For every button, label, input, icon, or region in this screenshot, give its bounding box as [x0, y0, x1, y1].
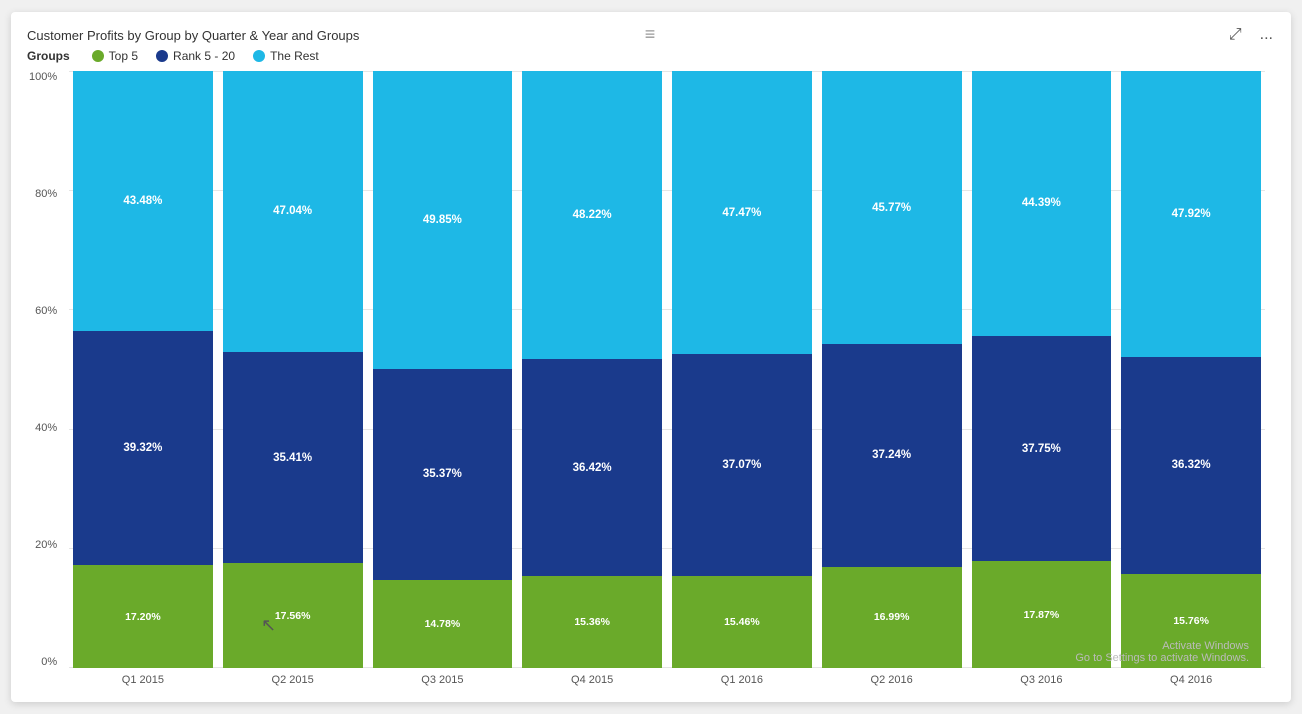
bar-group-0[interactable]: 17.20% 39.32% 43.48%	[73, 71, 213, 668]
bar-group-1[interactable]: 17.56% 35.41% 47.04%	[223, 71, 363, 668]
y-label-40: 40%	[35, 422, 57, 434]
bar-segment-1-0[interactable]: 17.56%	[223, 563, 363, 668]
bar-label-7-1: 36.32%	[1121, 459, 1261, 471]
bar-segment-3-0[interactable]: 15.36%	[522, 576, 662, 668]
chart-card: ≡ ⤢ ... Customer Profits by Group by Qua…	[11, 12, 1291, 702]
x-label-0: Q1 2015	[73, 668, 213, 692]
legend-item-rank[interactable]: Rank 5 - 20	[156, 49, 235, 63]
bar-label-7-2: 47.92%	[1121, 208, 1261, 220]
bar-label-3-0: 15.36%	[522, 616, 662, 628]
bar-segment-5-2[interactable]: 45.77%	[822, 71, 962, 344]
bar-group-2[interactable]: 14.78% 35.37% 49.85%	[373, 71, 513, 668]
bar-label-1-0: 17.56%	[223, 610, 363, 622]
bar-label-0-2: 43.48%	[73, 195, 213, 207]
bar-label-7-0: 15.76%	[1121, 615, 1261, 627]
bar-label-5-0: 16.99%	[822, 611, 962, 623]
bar-label-5-2: 45.77%	[822, 202, 962, 214]
bar-label-0-1: 39.32%	[73, 442, 213, 454]
bar-segment-2-2[interactable]: 49.85%	[373, 71, 513, 369]
bar-label-2-1: 35.37%	[373, 468, 513, 480]
bar-label-4-1: 37.07%	[672, 459, 812, 471]
bar-segment-4-1[interactable]: 37.07%	[672, 354, 812, 575]
x-label-5: Q2 2016	[822, 668, 962, 692]
bar-label-0-0: 17.20%	[73, 611, 213, 623]
x-label-3: Q4 2015	[522, 668, 662, 692]
legend: Groups Top 5 Rank 5 - 20 The Rest	[27, 49, 1275, 63]
bar-label-6-1: 37.75%	[972, 443, 1112, 455]
bar-segment-1-1[interactable]: 35.41%	[223, 352, 363, 563]
y-label-80: 80%	[35, 188, 57, 200]
x-label-4: Q1 2016	[672, 668, 812, 692]
bar-label-5-1: 37.24%	[822, 449, 962, 461]
bar-segment-6-0[interactable]: 17.87%	[972, 561, 1112, 668]
bar-segment-3-1[interactable]: 36.42%	[522, 359, 662, 576]
x-label-2: Q3 2015	[373, 668, 513, 692]
legend-dot-rank	[156, 50, 168, 62]
bar-group-5[interactable]: 16.99% 37.24% 45.77%	[822, 71, 962, 668]
bar-segment-1-2[interactable]: 47.04%	[223, 71, 363, 352]
bar-segment-6-1[interactable]: 37.75%	[972, 336, 1112, 561]
y-axis: 100% 80% 60% 40% 20% 0%	[29, 71, 57, 668]
more-options-button[interactable]: ...	[1256, 24, 1277, 46]
legend-item-rest[interactable]: The Rest	[253, 49, 319, 63]
bar-segment-3-2[interactable]: 48.22%	[522, 71, 662, 359]
bar-segment-4-0[interactable]: 15.46%	[672, 576, 812, 668]
y-label-60: 60%	[35, 305, 57, 317]
bar-label-6-0: 17.87%	[972, 609, 1112, 621]
bar-segment-0-2[interactable]: 43.48%	[73, 71, 213, 331]
legend-group-label: Groups	[27, 49, 70, 63]
legend-dot-top5	[92, 50, 104, 62]
x-label-7: Q4 2016	[1121, 668, 1261, 692]
bar-group-3[interactable]: 15.36% 36.42% 48.22%	[522, 71, 662, 668]
legend-dot-rest	[253, 50, 265, 62]
bar-segment-4-2[interactable]: 47.47%	[672, 71, 812, 354]
bar-group-7[interactable]: 15.76% 36.32% 47.92%	[1121, 71, 1261, 668]
bar-label-1-1: 35.41%	[223, 452, 363, 464]
x-label-6: Q3 2016	[972, 668, 1112, 692]
bar-label-2-2: 49.85%	[373, 214, 513, 226]
x-label-1: Q2 2015	[223, 668, 363, 692]
legend-label-rank: Rank 5 - 20	[173, 49, 235, 63]
card-top-bar: ⤢ ...	[1225, 24, 1277, 46]
legend-item-top5[interactable]: Top 5	[92, 49, 138, 63]
bars-container: 17.20% 39.32% 43.48% 17.56% 35.41% 47.04% 14.7…	[69, 71, 1265, 668]
bar-group-6[interactable]: 17.87% 37.75% 44.39%	[972, 71, 1112, 668]
bar-segment-0-1[interactable]: 39.32%	[73, 331, 213, 566]
bar-label-2-0: 14.78%	[373, 618, 513, 630]
bar-group-4[interactable]: 15.46% 37.07% 47.47%	[672, 71, 812, 668]
chart-body: 100% 80% 60% 40% 20% 0% 17.20%39.32%43.4…	[69, 71, 1265, 692]
bar-label-6-2: 44.39%	[972, 197, 1112, 209]
y-label-20: 20%	[35, 539, 57, 551]
bar-segment-6-2[interactable]: 44.39%	[972, 71, 1112, 336]
bar-segment-7-2[interactable]: 47.92%	[1121, 71, 1261, 357]
expand-button[interactable]: ⤢	[1225, 24, 1246, 46]
y-label-100: 100%	[29, 71, 57, 83]
legend-label-rest: The Rest	[270, 49, 319, 63]
bar-segment-5-1[interactable]: 37.24%	[822, 344, 962, 566]
bar-segment-5-0[interactable]: 16.99%	[822, 567, 962, 668]
bar-label-3-1: 36.42%	[522, 462, 662, 474]
bar-label-1-2: 47.04%	[223, 205, 363, 217]
bar-label-4-2: 47.47%	[672, 207, 812, 219]
legend-label-top5: Top 5	[109, 49, 138, 63]
bar-segment-7-0[interactable]: 15.76%	[1121, 574, 1261, 668]
bar-label-4-0: 15.46%	[672, 616, 812, 628]
bar-segment-7-1[interactable]: 36.32%	[1121, 357, 1261, 574]
bar-segment-0-0[interactable]: 17.20%	[73, 565, 213, 668]
x-axis: Q1 2015 Q2 2015 Q3 2015 Q4 2015 Q1 2016 Q2 20…	[69, 668, 1265, 692]
bar-segment-2-0[interactable]: 14.78%	[373, 580, 513, 668]
chart-area: 100% 80% 60% 40% 20% 0% 17.20% 39.32% 43.4…	[27, 71, 1275, 692]
y-label-0: 0%	[41, 656, 57, 668]
bar-label-3-2: 48.22%	[522, 209, 662, 221]
bar-segment-2-1[interactable]: 35.37%	[373, 369, 513, 580]
drag-handle[interactable]: ≡	[645, 24, 658, 45]
